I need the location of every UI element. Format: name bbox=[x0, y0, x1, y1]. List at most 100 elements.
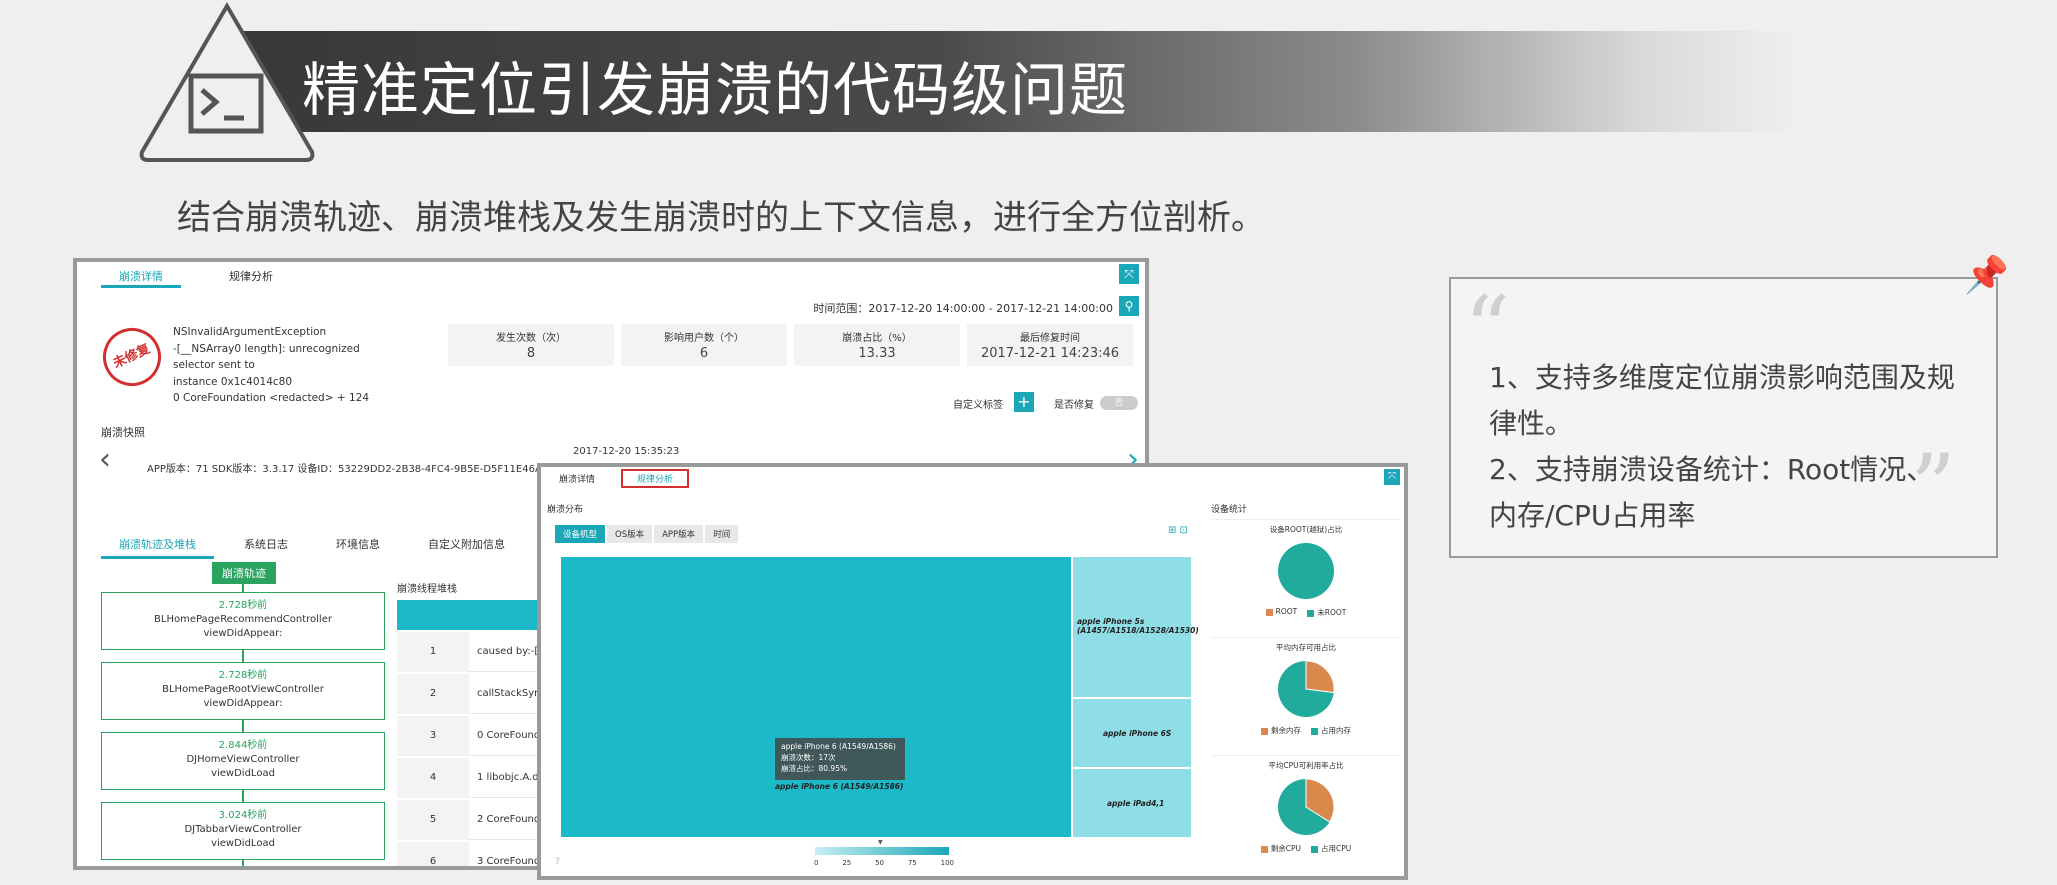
distribution-label: 崩溃分布 bbox=[547, 505, 584, 515]
pie-chart[interactable] bbox=[1274, 539, 1338, 603]
pie-root: 设备ROOT(越狱)占比 ROOT 未ROOT bbox=[1211, 519, 1401, 631]
custom-tag-label: 自定义标签 bbox=[953, 400, 1003, 411]
add-tag-button[interactable]: + bbox=[1014, 392, 1034, 412]
legend-label: 占用CPU bbox=[1321, 844, 1352, 853]
treemap-tooltip: apple iPhone 6 (A1549/A1586) 崩溃次数：17次 崩溃… bbox=[775, 738, 905, 780]
stack-label: 崩溃线程堆栈 bbox=[397, 584, 457, 595]
stat-crash-ratio: 崩溃占比（%） 13.33 bbox=[794, 324, 960, 366]
tooltip-count: 崩溃次数：17次 bbox=[781, 753, 836, 762]
unfixed-stamp: 未修复 bbox=[93, 318, 171, 396]
pie-slice-free bbox=[1305, 660, 1335, 694]
subtab-trace-stack[interactable]: 崩溃轨迹及堆栈 bbox=[101, 532, 214, 559]
stat-occurrences: 发生次数（次） 8 bbox=[448, 324, 614, 366]
filter-icon[interactable]: ⚲ bbox=[1119, 296, 1139, 316]
pie-chart[interactable] bbox=[1274, 657, 1338, 721]
expand-icon[interactable]: ⊞ ⊡ bbox=[1168, 525, 1188, 536]
legend-label: ROOT bbox=[1275, 607, 1298, 616]
subtab-system-log[interactable]: 系统日志 bbox=[226, 532, 306, 559]
pie-legend: ROOT 未ROOT bbox=[1211, 607, 1401, 618]
row-number: 4 bbox=[397, 758, 469, 798]
legend-tick: 100 bbox=[940, 859, 954, 867]
fixed-toggle[interactable]: 否 bbox=[1100, 396, 1138, 410]
trace-time: 3.024秒前 bbox=[218, 810, 268, 821]
row-text: 3 CoreFounda bbox=[477, 856, 547, 867]
stat-value: 6 bbox=[699, 346, 709, 361]
trace-item[interactable]: 2.728秒前 BLHomePageRootViewController vie… bbox=[101, 662, 385, 720]
tooltip-title: apple iPhone 6 (A1549/A1586) bbox=[781, 742, 896, 751]
quote-line: 1、支持多维度定位崩溃影响范围及规 bbox=[1489, 361, 1955, 394]
treemap-label: apple iPhone 6S bbox=[1103, 729, 1172, 738]
share-icon[interactable]: ⤧ bbox=[1119, 264, 1139, 284]
stat-value: 13.33 bbox=[858, 346, 896, 361]
trace-controller: BLHomePageRootViewController bbox=[162, 684, 324, 695]
subtab-custom-info[interactable]: 自定义附加信息 bbox=[410, 532, 523, 559]
tab-time[interactable]: 时间 bbox=[705, 525, 739, 543]
treemap-cell-b[interactable]: apple iPhone 6S bbox=[1073, 699, 1191, 767]
row-number: 2 bbox=[397, 674, 469, 714]
share-icon[interactable]: ⤧ bbox=[1384, 469, 1400, 485]
treemap-cell-a[interactable]: apple iPhone 5s (A1457/A1518/A1528/A1530… bbox=[1073, 557, 1199, 697]
trace-item[interactable]: 2.844秒前 DJHomeViewController viewDidLoad bbox=[101, 732, 385, 790]
pie-legend: 剩余内存 占用内存 bbox=[1211, 725, 1401, 736]
trace-time: 2.728秒前 bbox=[218, 600, 268, 611]
tab-os-version[interactable]: OS版本 bbox=[607, 525, 653, 543]
filter-tabs: 设备机型 OS版本 APP版本 时间 bbox=[555, 525, 739, 543]
stat-label: 崩溃占比（%） bbox=[842, 333, 912, 344]
overlay-tabs: 崩溃详情 规律分析 bbox=[555, 469, 690, 488]
tab-pattern-analysis[interactable]: 规律分析 bbox=[211, 264, 291, 288]
treemap-label: apple iPhone 5s (A1457/A1518/A1528/A1530… bbox=[1077, 617, 1199, 635]
trace-method: viewDidAppear: bbox=[203, 698, 283, 709]
treemap-cell-c[interactable]: apple iPad4,1 bbox=[1073, 769, 1191, 837]
subtab-environment[interactable]: 环境信息 bbox=[318, 532, 398, 559]
pie-slice-used bbox=[1278, 543, 1334, 599]
pie-title: 平均内存可用占比 bbox=[1276, 643, 1336, 652]
exception-name: NSInvalidArgumentException bbox=[173, 326, 327, 338]
tab-crash-detail[interactable]: 崩溃详情 bbox=[101, 264, 181, 288]
fixed-label: 是否修复 bbox=[1054, 400, 1094, 411]
pattern-analysis-screenshot: 崩溃详情 规律分析 ⤧ 崩溃分布 设备机型 OS版本 APP版本 时间 ⊞ ⊡ … bbox=[537, 463, 1408, 880]
legend-label: 剩余内存 bbox=[1271, 726, 1301, 735]
tab-pattern-analysis[interactable]: 规律分析 bbox=[621, 469, 690, 488]
stat-label: 最后修复时间 bbox=[1020, 333, 1080, 344]
row-number: 5 bbox=[397, 800, 469, 840]
pie-chart[interactable] bbox=[1274, 775, 1338, 839]
exception-message: -[__NSArray0 length]: unrecognized selec… bbox=[173, 342, 360, 372]
tab-crash-detail[interactable]: 崩溃详情 bbox=[555, 469, 599, 488]
legend-tick: 25 bbox=[842, 859, 852, 867]
legend-item: 未ROOT bbox=[1307, 607, 1346, 618]
trace-controller: BLHomePageRecommendController bbox=[154, 614, 332, 625]
trace-item[interactable]: 2.728秒前 BLHomePageRecommendController vi… bbox=[101, 592, 385, 650]
legend-item: 占用CPU bbox=[1311, 843, 1351, 854]
help-icon[interactable]: ? bbox=[555, 857, 560, 867]
trace-time: 2.728秒前 bbox=[218, 670, 268, 681]
exception-frame: 0 CoreFoundation <redacted> + 124 bbox=[173, 392, 370, 404]
row-number: 1 bbox=[397, 632, 469, 672]
treemap-cell-main[interactable] bbox=[561, 557, 1071, 837]
trace-item[interactable]: 3.024秒前 DJTabbarViewController viewDidLo… bbox=[101, 802, 385, 860]
legend-label: 未ROOT bbox=[1317, 608, 1347, 617]
stat-last-fixed: 最后修复时间 2017-12-21 14:23:46 bbox=[967, 324, 1133, 366]
close-quote-icon: ” bbox=[1910, 435, 1957, 540]
trace-method: viewDidLoad bbox=[211, 768, 275, 779]
exception-instance: instance 0x1c4014c80 bbox=[173, 375, 293, 388]
treemap-label: apple iPhone 6 (A1549/A1586) bbox=[775, 782, 904, 791]
legend-item: 占用内存 bbox=[1311, 725, 1351, 736]
legend-marker-icon: ▼ bbox=[878, 839, 883, 846]
row-text: 0 CoreFounda bbox=[477, 730, 547, 741]
tooltip-ratio: 崩溃占比：80.95% bbox=[781, 764, 848, 773]
prev-arrow-icon[interactable]: ‹ bbox=[99, 442, 111, 477]
row-text: 2 CoreFounda bbox=[477, 814, 547, 825]
device-stats-label: 设备统计 bbox=[1211, 505, 1248, 515]
row-number: 3 bbox=[397, 716, 469, 756]
terminal-icon bbox=[139, 2, 315, 162]
row-number: 6 bbox=[397, 842, 469, 866]
time-range: 时间范围：2017-12-20 14:00:00 - 2017-12-21 14… bbox=[813, 302, 1113, 315]
detail-subtabs: 崩溃轨迹及堆栈 系统日志 环境信息 自定义附加信息 bbox=[101, 532, 523, 559]
device-treemap: apple iPhone 5s (A1457/A1518/A1528/A1530… bbox=[561, 557, 1199, 837]
legend-tick: 50 bbox=[875, 859, 884, 867]
trace-button[interactable]: 崩溃轨迹 bbox=[212, 562, 276, 584]
page-subtitle: 结合崩溃轨迹、崩溃堆栈及发生崩溃时的上下文信息，进行全方位剖析。 bbox=[177, 198, 1265, 238]
tab-app-version[interactable]: APP版本 bbox=[654, 525, 704, 543]
stat-label: 发生次数（次） bbox=[496, 333, 566, 344]
tab-device-model[interactable]: 设备机型 bbox=[555, 525, 606, 543]
